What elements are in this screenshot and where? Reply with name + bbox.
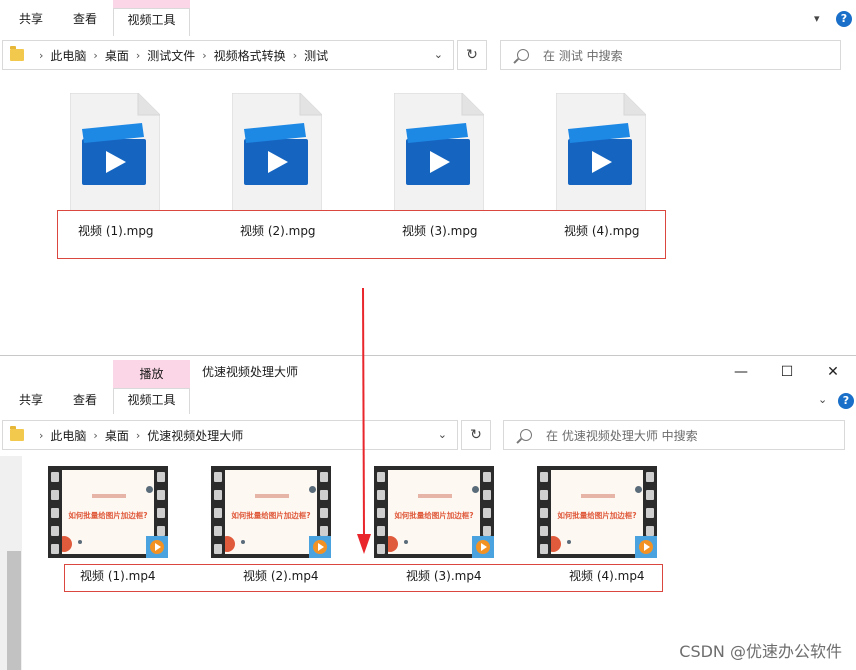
highlight-box [64, 564, 663, 592]
thumbnail-caption: 如何批量给图片加边框? [231, 511, 311, 520]
play-badge-icon [635, 536, 657, 558]
chevron-right-icon[interactable]: › [39, 429, 43, 442]
video-thumbnail: 如何批量给图片加边框? [374, 466, 494, 558]
highlight-box [57, 210, 666, 259]
chevron-right-icon[interactable]: › [39, 49, 43, 62]
refresh-button[interactable]: ↻ [457, 40, 487, 70]
help-icon[interactable]: ? [836, 11, 852, 27]
breadcrumb-item[interactable]: 此电脑 [50, 47, 86, 64]
tab-video-tools[interactable]: 视频工具 [113, 8, 190, 36]
breadcrumb-item[interactable]: 此电脑 [50, 427, 86, 444]
thumbnail-caption: 如何批量给图片加边框? [68, 511, 148, 520]
chevron-right-icon[interactable]: › [136, 429, 140, 442]
tab-share[interactable]: 共享 [8, 8, 54, 30]
watermark: CSDN @优速办公软件 [679, 642, 842, 661]
address-bar[interactable]: › 此电脑 › 桌面 › 测试文件 › 视频格式转换 › 测试 ⌄ [2, 40, 454, 70]
close-button[interactable]: ✕ [810, 356, 856, 388]
tab-video-tools[interactable]: 视频工具 [113, 388, 190, 414]
folder-icon [10, 426, 24, 441]
film-strip [537, 466, 551, 558]
video-frame: 如何批量给图片加边框? [388, 470, 480, 554]
video-file-icon [232, 93, 322, 211]
left-pane-edge [0, 80, 22, 355]
address-bar[interactable]: › 此电脑 › 桌面 › 优速视频处理大师 ⌄ [2, 420, 458, 450]
film-strip [374, 466, 388, 558]
tab-share[interactable]: 共享 [8, 389, 54, 411]
folder-icon [10, 46, 24, 61]
breadcrumb-item[interactable]: 测试文件 [147, 47, 195, 64]
help-icon[interactable]: ? [838, 393, 854, 409]
ribbon-tabs: 共享 查看 视频工具 ▾ ? [0, 0, 856, 36]
film-strip [48, 466, 62, 558]
video-file-icon [70, 93, 160, 211]
context-tab-highlight [113, 0, 190, 8]
chevron-down-icon[interactable]: ⌄ [434, 48, 443, 61]
tab-play[interactable]: 播放 [113, 363, 190, 385]
refresh-button[interactable]: ↻ [461, 420, 491, 450]
play-badge-icon [309, 536, 331, 558]
close-icon: ✕ [827, 364, 839, 380]
maximize-button[interactable]: ☐ [764, 356, 810, 388]
breadcrumb-item[interactable]: 测试 [304, 47, 328, 64]
chevron-right-icon[interactable]: › [93, 429, 97, 442]
video-frame: 如何批量给图片加边框? [62, 470, 154, 554]
breadcrumb-item[interactable]: 桌面 [105, 427, 129, 444]
chevron-right-icon[interactable]: › [93, 49, 97, 62]
video-frame: 如何批量给图片加边框? [551, 470, 643, 554]
film-strip [211, 466, 225, 558]
minimize-icon: — [734, 364, 748, 380]
search-placeholder: 在 测试 中搜索 [543, 48, 623, 63]
tab-view[interactable]: 查看 [62, 8, 108, 30]
bottom-explorer-window: 播放 优速视频处理大师 — ☐ ✕ 共享 查看 视频工具 ⌄ ? › 此电脑 ›… [0, 355, 856, 670]
tab-view[interactable]: 查看 [62, 389, 108, 411]
video-thumbnail: 如何批量给图片加边框? [48, 466, 168, 558]
top-explorer-window: 共享 查看 视频工具 ▾ ? › 此电脑 › 桌面 › 测试文件 › 视频格式转… [0, 0, 856, 355]
video-thumbnail: 如何批量给图片加边框? [537, 466, 657, 558]
down-arrow-icon [357, 288, 371, 554]
video-file-icon [394, 93, 484, 211]
window-title: 优速视频处理大师 [202, 365, 299, 379]
thumbnail-caption: 如何批量给图片加边框? [394, 511, 474, 520]
refresh-icon: ↻ [470, 427, 482, 443]
maximize-icon: ☐ [780, 364, 794, 380]
chevron-down-icon[interactable]: ⌄ [438, 428, 447, 441]
chevron-right-icon[interactable]: › [202, 49, 206, 62]
ribbon-expand-icon[interactable]: ▾ [814, 12, 820, 25]
breadcrumb-item[interactable]: 视频格式转换 [214, 47, 286, 64]
ribbon-expand-icon[interactable]: ⌄ [818, 393, 827, 406]
thumbnail-caption: 如何批量给图片加边框? [557, 511, 637, 520]
search-placeholder: 在 优速视频处理大师 中搜索 [546, 428, 698, 443]
search-icon [517, 49, 529, 61]
chevron-right-icon[interactable]: › [293, 49, 297, 62]
minimize-button[interactable]: — [718, 356, 764, 388]
video-file-icon [556, 93, 646, 211]
video-thumbnail: 如何批量给图片加边框? [211, 466, 331, 558]
search-input[interactable]: 在 优速视频处理大师 中搜索 [503, 420, 845, 450]
play-badge-icon [146, 536, 168, 558]
video-frame: 如何批量给图片加边框? [225, 470, 317, 554]
chevron-right-icon[interactable]: › [136, 49, 140, 62]
window-controls: — ☐ ✕ [718, 356, 856, 388]
search-icon [520, 429, 532, 441]
breadcrumb-item[interactable]: 优速视频处理大师 [147, 427, 243, 444]
search-input[interactable]: 在 测试 中搜索 [500, 40, 841, 70]
refresh-icon: ↻ [466, 47, 478, 63]
breadcrumb-item[interactable]: 桌面 [105, 47, 129, 64]
scrollbar-thumb[interactable] [7, 551, 21, 670]
play-badge-icon [472, 536, 494, 558]
nav-pane-scrollbar[interactable] [0, 456, 22, 670]
